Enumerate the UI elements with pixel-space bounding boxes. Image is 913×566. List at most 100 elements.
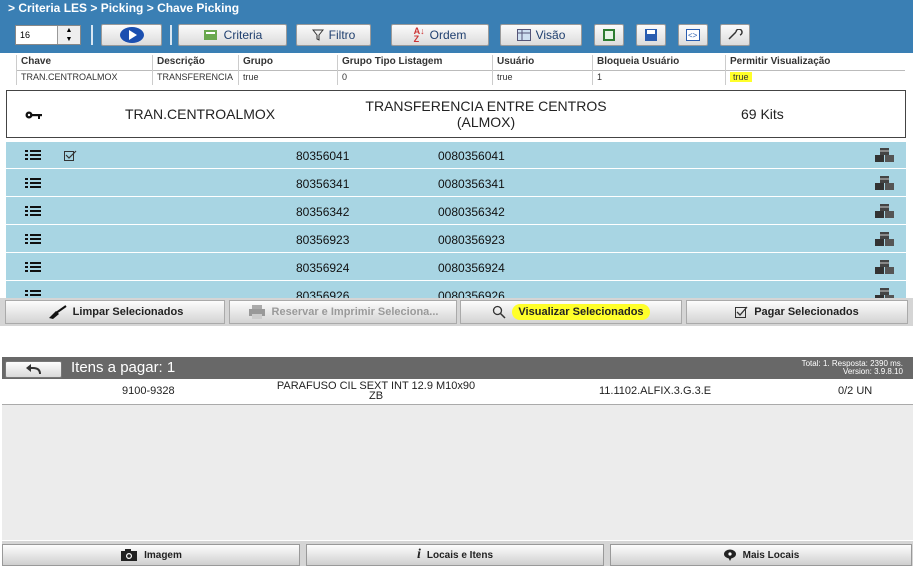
- order-label: Ordem: [429, 28, 467, 42]
- picking-header-card: TRAN.CENTROALMOX TRANSFERENCIA ENTRE CEN…: [6, 90, 906, 138]
- grid-view-icon: [516, 29, 531, 41]
- menu-icon[interactable]: [25, 234, 41, 245]
- code-button[interactable]: <>: [678, 24, 708, 46]
- locations-items-label: Locais e Itens: [426, 549, 494, 561]
- save-icon: [645, 29, 657, 41]
- play-icon: [119, 27, 144, 43]
- col-header-chave[interactable]: Chave: [16, 55, 152, 70]
- picking-description: TRANSFERENCIA ENTRE CENTROS (ALMOX): [365, 98, 607, 130]
- cell-bloqueia: 1: [592, 70, 725, 85]
- empty-list-area: [2, 405, 913, 540]
- order-button[interactable]: A↓ Z Ordem: [391, 24, 489, 46]
- pay-selected-label: Pagar Selecionados: [754, 306, 859, 318]
- item-quantity: 0/2 UN: [838, 385, 873, 397]
- highlighted-value: true: [730, 72, 752, 82]
- action-bar: Limpar Selecionados Reservar e Imprimir …: [0, 298, 913, 326]
- list-item[interactable]: 80356926 0080356926: [6, 282, 906, 298]
- col-header-permitir[interactable]: Permitir Visualização: [725, 55, 905, 70]
- list-item[interactable]: 80356041 0080356041: [6, 142, 906, 169]
- key-icon: [25, 111, 42, 119]
- back-arrow-icon: [26, 364, 41, 375]
- stepper-arrows[interactable]: ▲ ▼: [57, 26, 80, 44]
- run-button[interactable]: [101, 24, 162, 46]
- col-header-grupo[interactable]: Grupo: [238, 55, 337, 70]
- separator: [91, 25, 93, 45]
- menu-icon[interactable]: [25, 206, 41, 217]
- list-item[interactable]: 80356342 0080356342: [6, 198, 906, 225]
- cell-descricao: TRANSFERENCIA: [152, 70, 238, 85]
- kit-full-code: 0080356041: [438, 149, 505, 163]
- col-header-bloqueia[interactable]: Bloqueia Usuário: [592, 55, 725, 70]
- view-selected-label: Visualizar Selecionados: [512, 304, 650, 320]
- code-icon: <>: [686, 29, 700, 41]
- criteria-button[interactable]: Criteria: [178, 24, 287, 46]
- printer-icon: [248, 305, 265, 319]
- kit-code: 80356341: [296, 177, 350, 191]
- cell-grupo: true: [238, 70, 337, 85]
- boxes-icon[interactable]: [874, 175, 896, 191]
- picking-key: TRAN.CENTROALMOX: [125, 106, 276, 122]
- boxes-icon[interactable]: [874, 231, 896, 247]
- grid-header-row: Chave Descrição Grupo Grupo Tipo Listage…: [16, 55, 905, 71]
- menu-icon[interactable]: [25, 290, 41, 298]
- search-icon: [493, 305, 506, 319]
- kit-list: 80356041 0080356041 80356341 0080356341 8035…: [6, 142, 906, 298]
- menu-icon[interactable]: [25, 262, 41, 273]
- toolbar: 16 ▲ ▼ Criteria Filtro A↓ Z Ordem Visão <>: [0, 17, 913, 53]
- view-button[interactable]: Visão: [500, 24, 582, 46]
- breadcrumb: > Criteria LES > Picking > Chave Picking: [0, 0, 913, 17]
- boxes-icon[interactable]: [874, 287, 896, 298]
- kit-full-code: 0080356341: [438, 177, 505, 191]
- sort-az-icon: A↓ Z: [413, 26, 425, 44]
- more-locations-label: Mais Locais: [742, 549, 800, 561]
- bottom-bar: Imagem i Locais e Itens Mais Locais: [2, 541, 913, 566]
- filter-icon: [311, 29, 324, 41]
- kit-full-code: 0080356923: [438, 233, 505, 247]
- boxes-icon[interactable]: [874, 203, 896, 219]
- table-row[interactable]: TRAN.CENTROALMOX TRANSFERENCIA true 0 tr…: [16, 70, 905, 85]
- items-to-pay-title: Itens a pagar: 1: [71, 359, 176, 376]
- kit-full-code: 0080356924: [438, 261, 505, 275]
- col-header-grupo-tipo[interactable]: Grupo Tipo Listagem: [337, 55, 492, 70]
- list-item[interactable]: 80356923 0080356923: [6, 226, 906, 253]
- image-button[interactable]: Imagem: [2, 544, 300, 566]
- clear-selected-label: Limpar Selecionados: [72, 306, 184, 318]
- col-header-usuario[interactable]: Usuário: [492, 55, 592, 70]
- col-header-descricao[interactable]: Descrição: [152, 55, 238, 70]
- camera-icon: [121, 549, 138, 561]
- filter-button[interactable]: Filtro: [296, 24, 371, 46]
- locations-items-button[interactable]: i Locais e Itens: [306, 544, 604, 566]
- kit-code: 80356923: [296, 233, 350, 247]
- more-locations-button[interactable]: Mais Locais: [610, 544, 912, 566]
- list-item[interactable]: 80356924 0080356924: [6, 254, 906, 281]
- reserve-print-button[interactable]: Reservar e Imprimir Seleciona...: [229, 300, 457, 324]
- list-item[interactable]: 80356341 0080356341: [6, 170, 906, 197]
- clear-selected-button[interactable]: Limpar Selecionados: [5, 300, 225, 324]
- reserve-print-label: Reservar e Imprimir Seleciona...: [271, 306, 439, 318]
- kits-count: 69 Kits: [741, 106, 784, 122]
- location-pin-icon: [723, 549, 736, 561]
- wrench-icon: [728, 29, 743, 40]
- checked-icon[interactable]: [64, 150, 77, 161]
- list-item[interactable]: 9100-9328 PARAFUSO CIL SEXT INT 12.9 M10…: [2, 379, 913, 405]
- cell-grupo-tipo: 0: [337, 70, 492, 85]
- boxes-icon[interactable]: [874, 259, 896, 275]
- menu-icon[interactable]: [25, 178, 41, 189]
- kit-full-code: 0080356926: [438, 289, 505, 298]
- kit-full-code: 0080356342: [438, 205, 505, 219]
- menu-icon[interactable]: [25, 150, 41, 161]
- info-icon: i: [416, 547, 421, 562]
- page-size-stepper[interactable]: 16 ▲ ▼: [15, 25, 81, 45]
- boxes-icon[interactable]: [874, 147, 896, 163]
- status-version: Version: 3.9.8.10: [842, 367, 903, 376]
- save-button[interactable]: [636, 24, 666, 46]
- export-button[interactable]: [594, 24, 624, 46]
- view-selected-button[interactable]: Visualizar Selecionados: [460, 300, 682, 324]
- settings-button[interactable]: [720, 24, 750, 46]
- item-code: 9100-9328: [122, 385, 175, 397]
- back-button[interactable]: [5, 361, 62, 378]
- kit-code: 80356041: [296, 149, 350, 163]
- cell-chave: TRAN.CENTROALMOX: [16, 70, 152, 85]
- item-location: 11.1102.ALFIX.3.G.3.E: [599, 385, 712, 397]
- pay-selected-button[interactable]: Pagar Selecionados: [686, 300, 908, 324]
